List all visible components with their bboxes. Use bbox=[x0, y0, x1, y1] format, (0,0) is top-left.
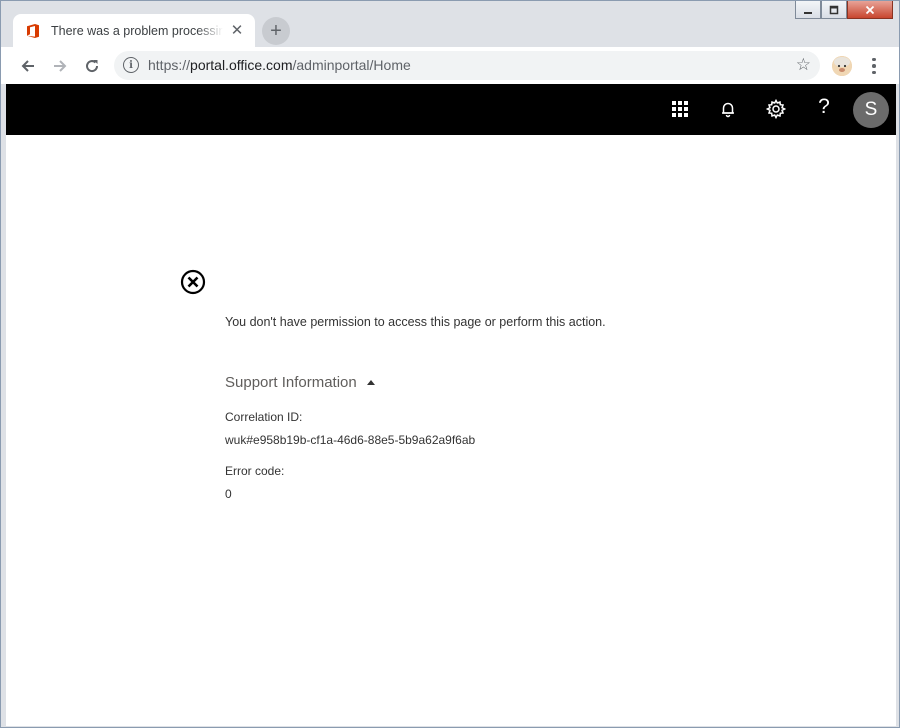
url-text: https://portal.office.com/adminportal/Ho… bbox=[148, 57, 411, 73]
reload-button[interactable] bbox=[79, 53, 105, 79]
window-controls bbox=[795, 1, 893, 21]
browser-window: There was a problem processing ✕ + i htt… bbox=[0, 0, 900, 728]
back-arrow-icon bbox=[21, 60, 34, 72]
gear-icon[interactable] bbox=[764, 97, 788, 121]
url-path: /adminportal/Home bbox=[292, 57, 411, 73]
browser-tab[interactable]: There was a problem processing ✕ bbox=[13, 14, 255, 47]
office-logo-icon bbox=[25, 23, 41, 39]
tab-close-icon[interactable]: ✕ bbox=[229, 23, 245, 39]
error-circle-x-icon bbox=[180, 269, 206, 295]
help-icon[interactable]: ? bbox=[814, 95, 834, 119]
support-information-toggle[interactable]: Support Information bbox=[225, 374, 375, 391]
tab-title: There was a problem processing bbox=[51, 23, 223, 38]
url-scheme: https:// bbox=[148, 57, 191, 73]
error-code-value: 0 bbox=[225, 487, 232, 501]
suite-header: ? S bbox=[6, 84, 896, 135]
back-button[interactable] bbox=[15, 53, 41, 79]
correlation-id-label: Correlation ID: bbox=[225, 410, 303, 424]
bell-icon[interactable] bbox=[716, 97, 740, 121]
support-header-label: Support Information bbox=[225, 374, 357, 391]
app-launcher-icon[interactable] bbox=[668, 97, 692, 121]
star-icon[interactable]: ☆ bbox=[796, 55, 811, 75]
error-message: You don't have permission to access this… bbox=[225, 315, 606, 329]
chevron-up-icon bbox=[366, 380, 375, 385]
new-tab-button[interactable]: + bbox=[262, 17, 290, 45]
profile-icon[interactable] bbox=[832, 56, 852, 76]
info-icon[interactable]: i bbox=[123, 57, 139, 73]
url-host: portal.office.com bbox=[190, 57, 293, 73]
minimize-button[interactable] bbox=[795, 1, 821, 19]
maximize-button[interactable] bbox=[821, 1, 847, 19]
error-code-label: Error code: bbox=[225, 464, 285, 478]
forward-arrow-icon bbox=[54, 60, 67, 72]
avatar[interactable]: S bbox=[853, 92, 889, 128]
correlation-id-value: wuk#e958b19b-cf1a-46d6-88e5-5b9a62a9f6ab bbox=[225, 433, 476, 447]
address-bar[interactable]: i https://portal.office.com/adminportal/… bbox=[114, 51, 820, 80]
menu-dots-icon[interactable] bbox=[865, 54, 883, 78]
reload-icon bbox=[86, 60, 99, 73]
tab-strip: There was a problem processing ✕ + bbox=[1, 1, 899, 47]
browser-toolbar: i https://portal.office.com/adminportal/… bbox=[1, 47, 899, 84]
close-window-button[interactable] bbox=[847, 1, 893, 19]
forward-button[interactable] bbox=[47, 53, 73, 79]
page-viewport: ? S You don't have permission to access … bbox=[6, 84, 896, 726]
error-content: You don't have permission to access this… bbox=[6, 135, 896, 726]
